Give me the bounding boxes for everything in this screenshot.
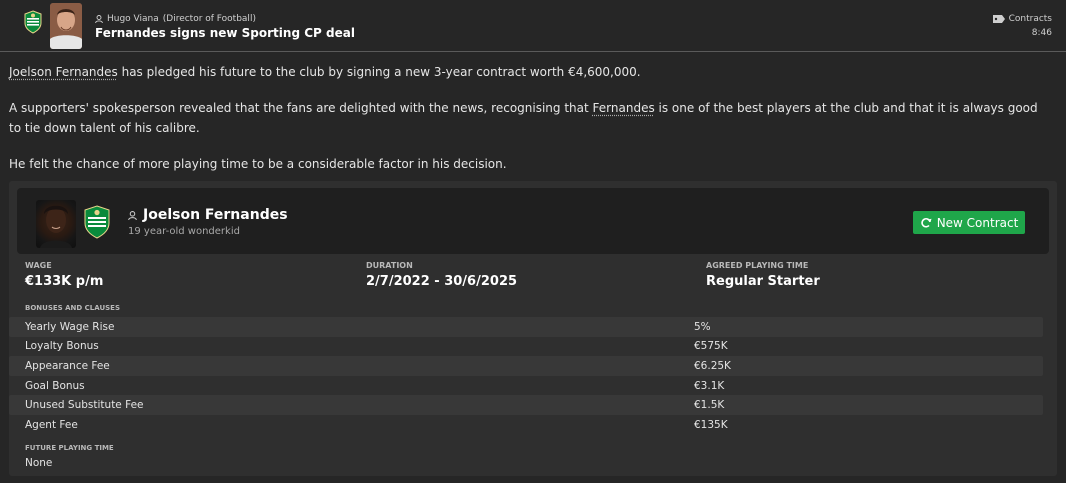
message-time: 8:46 (1031, 28, 1052, 38)
clause-name: Yearly Wage Rise (25, 320, 115, 333)
clause-name: Unused Substitute Fee (25, 399, 144, 412)
clause-row: Yearly Wage Rise 5% (9, 317, 1043, 337)
contract-tag-icon (992, 15, 1005, 23)
clause-value: 5% (694, 320, 711, 333)
person-icon (128, 210, 137, 220)
playing-time-label: AGREED PLAYING TIME (706, 261, 809, 270)
duration-label: DURATION (366, 261, 413, 270)
sender-photo[interactable] (50, 3, 82, 49)
club-crest-icon[interactable] (23, 10, 43, 34)
clause-value: €135K (694, 418, 728, 431)
clause-value: €575K (694, 340, 728, 353)
clause-name: Goal Bonus (25, 379, 85, 392)
message-category[interactable]: Contracts (992, 14, 1052, 24)
refresh-icon (920, 217, 932, 228)
clause-row: Goal Bonus €3.1K (9, 376, 1043, 396)
category-label: Contracts (1008, 14, 1052, 24)
sender-role: (Director of Football) (162, 14, 256, 24)
clause-row: Unused Substitute Fee €1.5K (9, 395, 1043, 415)
clause-name: Loyalty Bonus (25, 340, 99, 353)
duration-value: 2/7/2022 - 30/6/2025 (366, 274, 518, 289)
player-name-row: Joelson Fernandes (128, 207, 288, 223)
wage-value: €133K p/m (25, 274, 104, 289)
clause-name: Appearance Fee (25, 359, 110, 372)
sender-portrait-icon (50, 3, 82, 49)
clause-row: Appearance Fee €6.25K (9, 356, 1043, 376)
player-panel: Joelson Fernandes 19 year-old wonderkid … (17, 188, 1049, 254)
new-contract-label: New Contract (936, 215, 1019, 230)
player-club-crest-icon[interactable] (83, 205, 111, 239)
sender-name[interactable]: Hugo Viana (107, 14, 159, 24)
person-icon (95, 15, 103, 23)
future-playing-time-value: None (25, 457, 53, 469)
message-body: Joelson Fernandes has pledged his future… (9, 62, 1049, 190)
future-playing-time-label: FUTURE PLAYING TIME (25, 444, 114, 452)
message-subject: Fernandes signs new Sporting CP deal (95, 26, 355, 40)
paragraph-1-text: has pledged his future to the club by si… (117, 65, 641, 79)
playing-time-value: Regular Starter (706, 274, 820, 289)
new-contract-button[interactable]: New Contract (913, 211, 1025, 234)
bonuses-label: BONUSES AND CLAUSES (25, 304, 121, 312)
wage-label: WAGE (25, 261, 52, 270)
player-portrait-icon (40, 205, 72, 248)
clause-row: Loyalty Bonus €575K (9, 337, 1043, 357)
paragraph-1: Joelson Fernandes has pledged his future… (9, 62, 1049, 82)
player-description: 19 year-old wonderkid (128, 226, 240, 237)
sender-line: Hugo Viana (Director of Football) (95, 14, 256, 24)
player-photo[interactable] (36, 200, 76, 248)
clause-name: Agent Fee (25, 418, 78, 431)
paragraph-2-text-a: A supporters' spokesperson revealed that… (9, 101, 593, 115)
clauses-table: Yearly Wage Rise 5% Loyalty Bonus €575K … (9, 317, 1043, 435)
clause-row: Agent Fee €135K (9, 415, 1043, 435)
clause-value: €1.5K (694, 399, 725, 412)
paragraph-2: A supporters' spokesperson revealed that… (9, 98, 1049, 138)
player-link[interactable]: Joelson Fernandes (9, 65, 118, 79)
clause-value: €6.25K (694, 359, 731, 372)
message-header: Hugo Viana (Director of Football) Fernan… (0, 0, 1066, 52)
player-link-2[interactable]: Fernandes (593, 101, 655, 115)
clause-value: €3.1K (694, 379, 725, 392)
paragraph-3: He felt the chance of more playing time … (9, 157, 507, 171)
player-name[interactable]: Joelson Fernandes (143, 207, 288, 223)
